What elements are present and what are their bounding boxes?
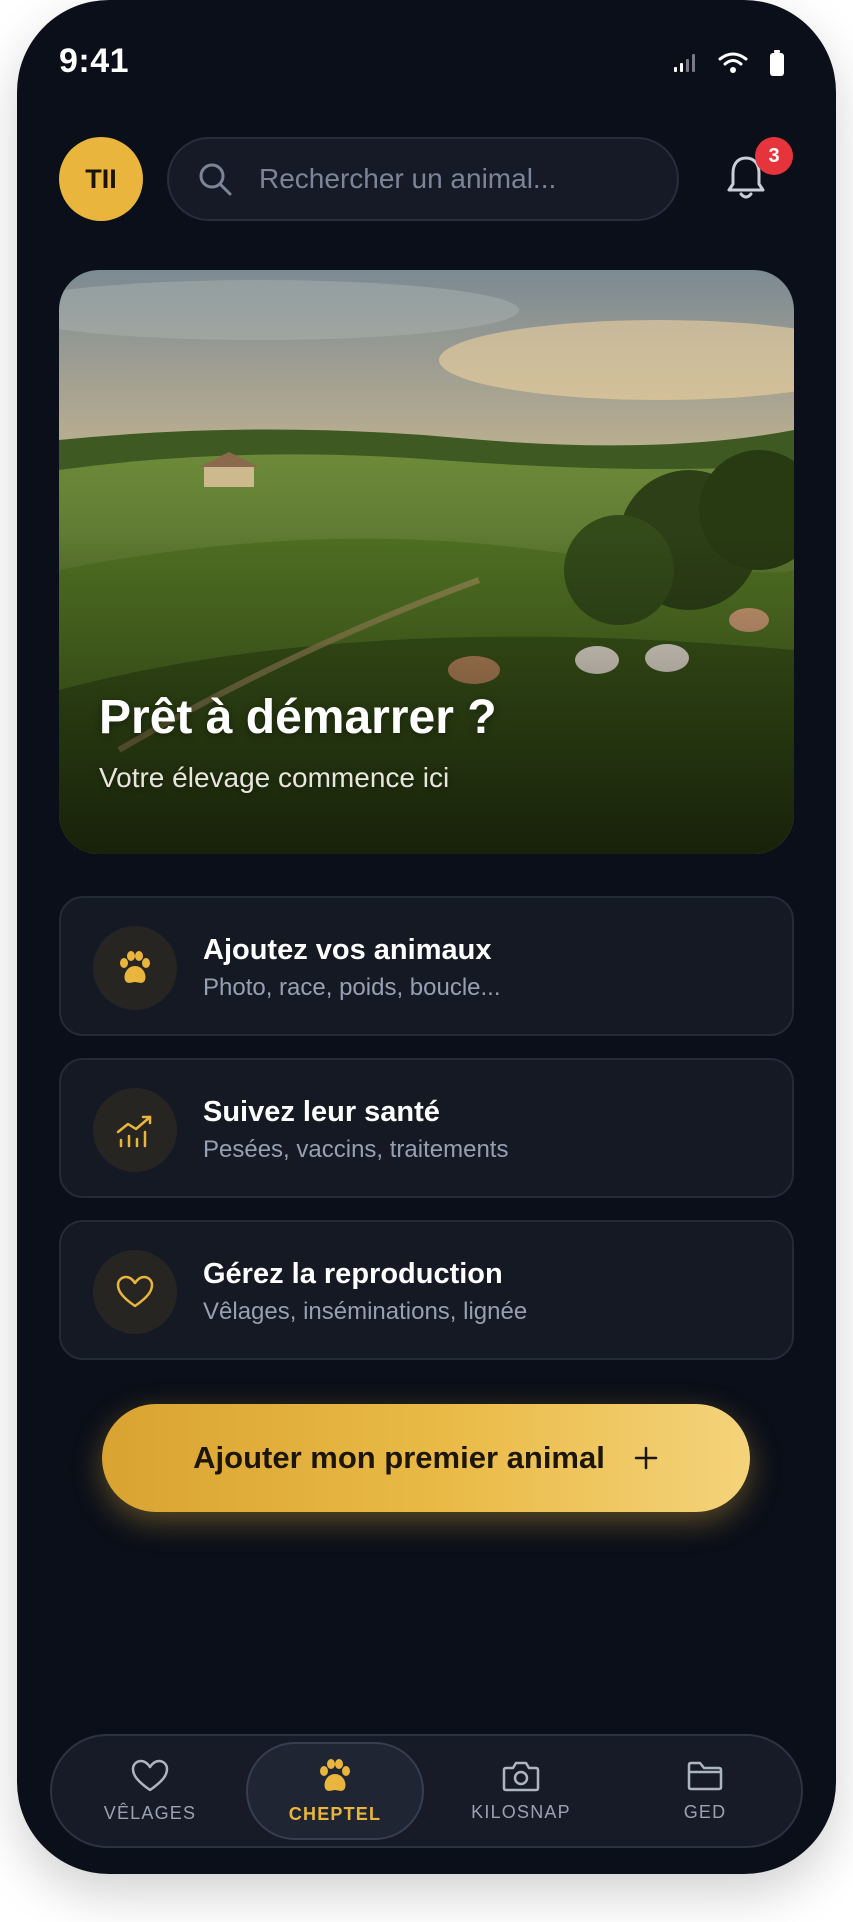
feature-icon-wrap [93,926,177,1010]
feature-card-health[interactable]: Suivez leur santé Pesées, vaccins, trait… [59,1058,794,1198]
heart-icon [131,1759,169,1791]
nav-label: CHEPTEL [288,1803,382,1824]
paw-icon [320,1758,350,1791]
paw-icon [120,951,150,983]
hero-banner: Prêt à démarrer ? Votre élevage commence… [59,270,794,854]
notification-badge: 3 [755,137,793,175]
signal-icon [674,54,695,72]
camera-icon [502,1761,540,1791]
status-time: 9:41 [59,42,130,80]
nav-item-cheptel[interactable]: CHEPTEL [246,1742,424,1840]
bottom-nav: VÊLAGES CHEPTEL KILOSNAP GED [50,1734,803,1848]
feature-icon-wrap [93,1088,177,1172]
status-icons [674,50,784,76]
feature-subtitle: Pesées, vaccins, traitements [203,1136,509,1163]
nav-item-ged[interactable]: GED [620,1736,790,1846]
hero-subtitle: Votre élevage commence ici [99,762,450,793]
heart-icon [116,1275,154,1308]
wifi-icon [718,52,748,73]
avatar[interactable]: TII [59,137,143,221]
folder-icon [687,1761,723,1790]
nav-item-velages[interactable]: VÊLAGES [65,1736,235,1846]
feature-card-reproduction[interactable]: Gérez la reproduction Vêlages, inséminat… [59,1220,794,1360]
nav-item-kilosnap[interactable]: KILOSNAP [436,1736,606,1846]
chart-icon [116,1115,152,1148]
feature-title: Suivez leur santé [203,1096,440,1128]
feature-subtitle: Photo, race, poids, boucle... [203,974,501,1001]
search-placeholder: Rechercher un animal... [259,163,557,194]
add-first-animal-button[interactable]: Ajouter mon premier animal [102,1404,750,1512]
hero-title: Prêt à démarrer ? [99,691,497,744]
search-icon [199,163,232,196]
battery-icon [770,50,784,76]
plus-icon [634,1446,658,1470]
search-input[interactable]: Rechercher un animal... [167,137,679,221]
phone-screen: 9:41 TII Rechercher un animal... 3 Prêt … [17,0,836,1874]
nav-label: VÊLAGES [103,1802,197,1823]
feature-title: Gérez la reproduction [203,1258,503,1290]
nav-label: KILOSNAP [471,1801,571,1822]
feature-icon-wrap [93,1250,177,1334]
feature-card-animals[interactable]: Ajoutez vos animaux Photo, race, poids, … [59,896,794,1036]
cta-label: Ajouter mon premier animal [193,1440,605,1475]
feature-title: Ajoutez vos animaux [203,934,492,966]
nav-label: GED [683,1801,727,1822]
feature-subtitle: Vêlages, inséminations, lignée [203,1298,528,1325]
